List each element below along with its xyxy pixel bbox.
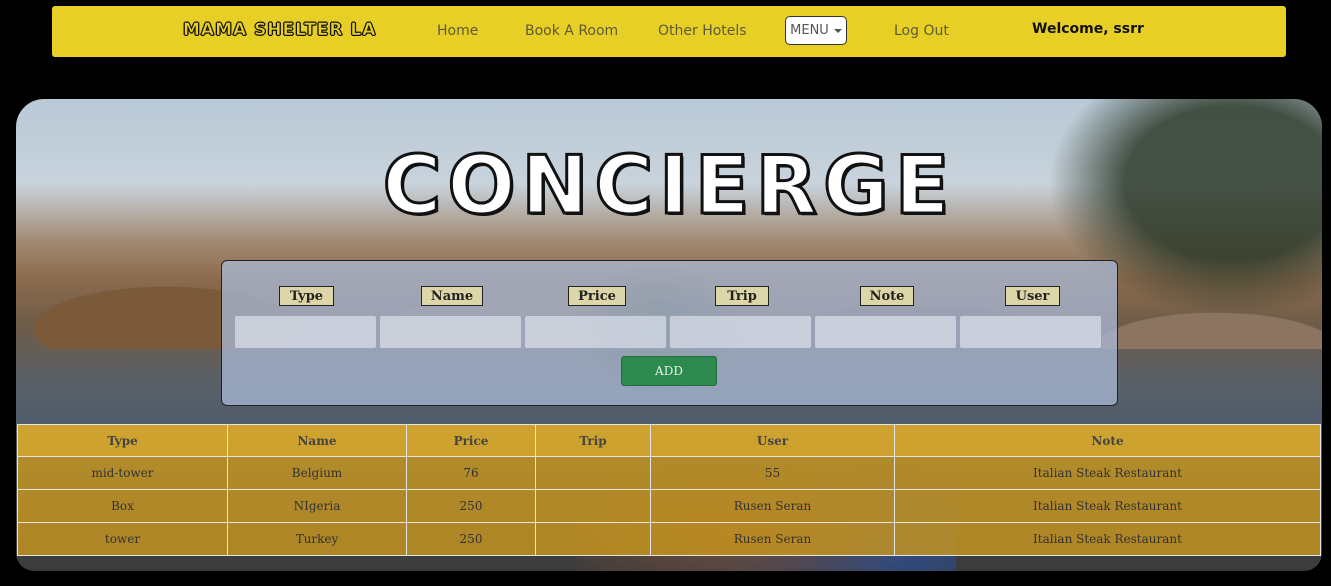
- column-header-name: Name: [227, 424, 407, 457]
- table-row[interactable]: mid-tower Belgium 76 55 Italian Steak Re…: [17, 456, 1321, 490]
- cell-note: Italian Steak Restaurant: [894, 522, 1321, 556]
- cell-name: NIgeria: [227, 489, 407, 523]
- page-title: CONCIERGE: [381, 138, 956, 234]
- nav-home-link[interactable]: Home: [437, 23, 478, 39]
- hero-section: CONCIERGE Type Name Price Trip Note User…: [16, 99, 1322, 571]
- type-input[interactable]: [234, 315, 377, 349]
- logout-link[interactable]: Log Out: [894, 23, 949, 39]
- field-label-price: Price: [568, 286, 626, 306]
- chevron-down-icon: [833, 28, 842, 33]
- cell-price: 250: [406, 522, 536, 556]
- table-row[interactable]: Box NIgeria 250 Rusen Seran Italian Stea…: [17, 489, 1321, 523]
- cell-price: 250: [406, 489, 536, 523]
- nav-book-room-link[interactable]: Book A Room: [525, 23, 618, 39]
- cell-type: Box: [17, 489, 228, 523]
- field-label-type: Type: [279, 286, 334, 306]
- column-header-note: Note: [894, 424, 1321, 457]
- price-input[interactable]: [524, 315, 667, 349]
- brand-logo[interactable]: MAMA SHELTER LA: [183, 20, 376, 41]
- user-input[interactable]: [959, 315, 1102, 349]
- trip-input[interactable]: [669, 315, 812, 349]
- concierge-form: Type Name Price Trip Note User ADD: [221, 260, 1118, 406]
- welcome-text: Welcome, ssrr: [1032, 21, 1144, 37]
- column-header-type: Type: [17, 424, 228, 457]
- cell-user: Rusen Seran: [650, 522, 895, 556]
- field-label-name: Name: [421, 286, 483, 306]
- cell-name: Belgium: [227, 456, 407, 490]
- note-input[interactable]: [814, 315, 957, 349]
- cell-trip: [535, 522, 651, 556]
- concierge-table: Type Name Price Trip User Note mid-tower…: [17, 424, 1321, 556]
- cell-price: 76: [406, 456, 536, 490]
- menu-dropdown-button[interactable]: MENU: [785, 16, 847, 45]
- column-header-price: Price: [406, 424, 536, 457]
- cell-user: Rusen Seran: [650, 489, 895, 523]
- cell-name: Turkey: [227, 522, 407, 556]
- cell-user: 55: [650, 456, 895, 490]
- column-header-user: User: [650, 424, 895, 457]
- column-header-trip: Trip: [535, 424, 651, 457]
- cell-type: mid-tower: [17, 456, 228, 490]
- field-label-note: Note: [860, 286, 914, 306]
- field-label-user: User: [1005, 286, 1060, 306]
- table-header-row: Type Name Price Trip User Note: [17, 424, 1321, 457]
- add-button[interactable]: ADD: [621, 356, 717, 386]
- menu-label: MENU: [790, 23, 829, 38]
- table-row[interactable]: tower Turkey 250 Rusen Seran Italian Ste…: [17, 522, 1321, 556]
- field-label-trip: Trip: [715, 286, 769, 306]
- cell-trip: [535, 489, 651, 523]
- nav-other-hotels-link[interactable]: Other Hotels: [658, 23, 747, 39]
- navbar: MAMA SHELTER LA Home Book A Room Other H…: [52, 6, 1286, 57]
- cell-type: tower: [17, 522, 228, 556]
- cell-trip: [535, 456, 651, 490]
- cell-note: Italian Steak Restaurant: [894, 489, 1321, 523]
- name-input[interactable]: [379, 315, 522, 349]
- cell-note: Italian Steak Restaurant: [894, 456, 1321, 490]
